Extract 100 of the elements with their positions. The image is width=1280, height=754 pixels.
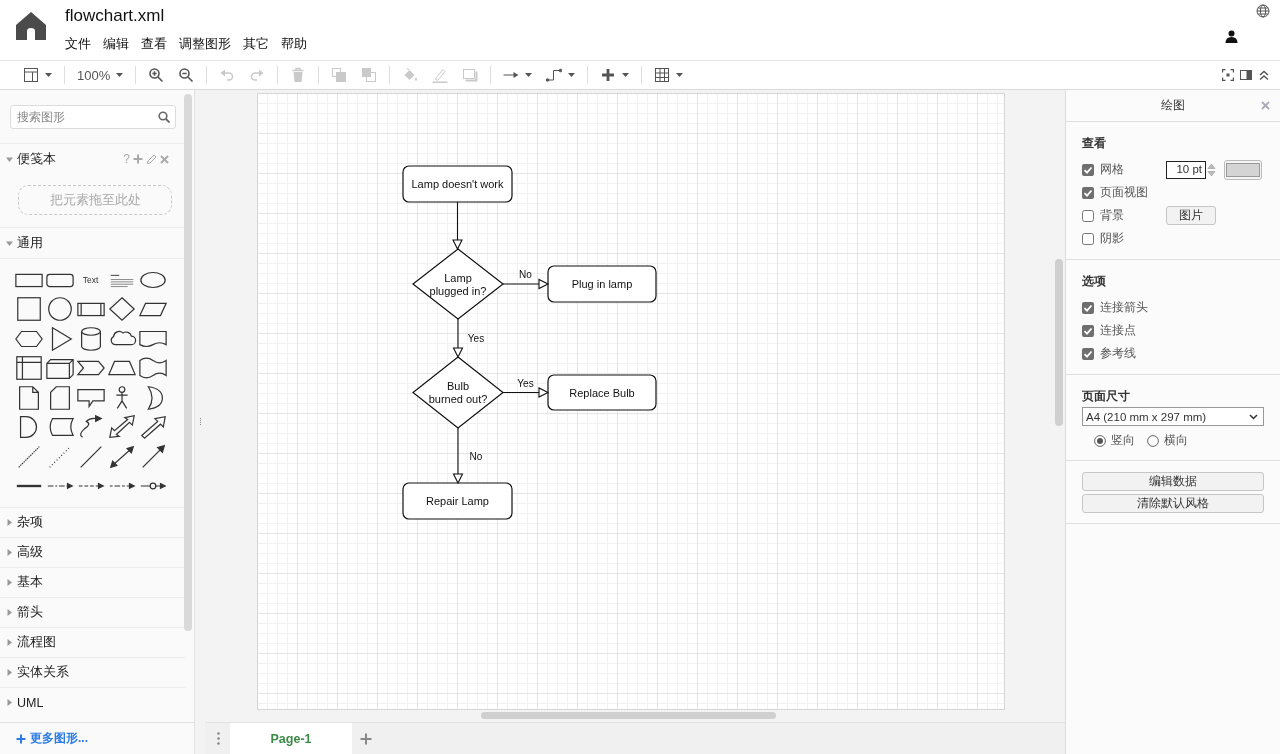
table-icon [654, 67, 671, 83]
radio-button[interactable] [1147, 434, 1159, 447]
text-shape[interactable]: Text [82, 274, 99, 285]
checkbox-label: 网格 [1100, 161, 1124, 178]
home-icon[interactable] [15, 10, 47, 42]
process-box[interactable]: Lamp doesn't work [402, 165, 513, 203]
radio-label: 横向 [1164, 432, 1188, 449]
caret-icon [622, 73, 630, 77]
diamond-icon[interactable] [106, 296, 137, 323]
section-header[interactable]: UML [0, 687, 185, 717]
menu-item[interactable]: 其它 [237, 33, 275, 55]
scrollbar-thumb[interactable] [1055, 259, 1063, 426]
checked-checkbox[interactable] [1082, 324, 1094, 337]
section-header[interactable]: 流程图 [0, 627, 185, 657]
grid-color-button[interactable] [1224, 159, 1262, 180]
unchecked-checkbox[interactable] [1082, 209, 1094, 222]
selected-radio[interactable] [1094, 434, 1106, 447]
section-title: 便笺本 [17, 150, 56, 168]
decision-diamond[interactable]: Bulb burned out? [412, 356, 504, 429]
more-shapes-link[interactable]: 更多图形... [30, 730, 88, 747]
checked-checkbox[interactable] [1082, 186, 1094, 199]
page-size-select[interactable]: A4 (210 mm x 297 mm) [1082, 407, 1264, 426]
section-title: UML [17, 695, 44, 710]
chevron-down-icon [1249, 413, 1258, 420]
grid-size-field[interactable]: 10 pt [1166, 160, 1206, 179]
grip-icon [198, 418, 202, 426]
process-box[interactable]: Plug in lamp [547, 265, 657, 303]
add-page-icon[interactable] [360, 732, 372, 745]
search-field[interactable]: 搜索图形 [10, 105, 176, 129]
scrollbar-thumb[interactable] [184, 94, 192, 631]
action-button[interactable]: 编辑数据 [1082, 472, 1264, 491]
internal-storage-icon[interactable] [13, 355, 44, 382]
menu-item[interactable]: 查看 [135, 33, 173, 55]
caret-icon [676, 73, 684, 77]
double-arrow-icon[interactable] [106, 414, 137, 441]
decision-diamond[interactable]: Lamp plugged in? [412, 248, 504, 320]
plus-icon [600, 67, 617, 83]
section-title: 箭头 [17, 604, 43, 621]
zoom-out-icon [178, 67, 195, 83]
section-header[interactable]: 实体关系 [0, 657, 185, 687]
zoom-button[interactable]: 100% [72, 64, 129, 86]
section-title: 基本 [17, 574, 43, 591]
connector-arrow[interactable] [452, 318, 464, 359]
connector-arrow[interactable] [452, 427, 464, 485]
checkbox-label: 连接点 [1100, 322, 1136, 339]
checked-checkbox[interactable] [1082, 163, 1094, 176]
edge-label: Yes [467, 333, 485, 344]
connector-arrow[interactable] [452, 201, 463, 251]
image-button[interactable]: 图片 [1166, 206, 1216, 225]
undo-icon [219, 67, 236, 83]
collapse-icon[interactable] [1258, 69, 1270, 81]
section-title: 实体关系 [17, 664, 69, 681]
shadow-icon [462, 67, 479, 83]
caret-icon [116, 73, 124, 77]
menu-item[interactable]: 调整图形 [173, 33, 237, 55]
side-panel-icon[interactable] [1240, 69, 1252, 81]
globe-icon[interactable] [1256, 4, 1270, 18]
menu-item[interactable]: 文件 [59, 33, 97, 55]
connector-arrow[interactable] [502, 278, 550, 290]
drawing-page[interactable]: Lamp doesn't work Lamp plugged in? Plug in lamp Bulb burned out? Replace Bulb Repair Lamp No Yes Yes No [257, 93, 1005, 710]
action-button[interactable]: 清除默认风格 [1082, 494, 1264, 513]
edge-label: No [469, 450, 483, 462]
scrollbar-thumb[interactable] [481, 712, 776, 719]
caret-icon [525, 73, 533, 77]
more-vertical-icon[interactable] [217, 732, 220, 745]
fullscreen-icon[interactable] [1222, 69, 1234, 81]
checkbox-label: 背景 [1100, 207, 1124, 224]
section-title: 杂项 [17, 514, 43, 531]
section-title: 流程图 [17, 634, 56, 651]
checkbox-label: 阴影 [1100, 230, 1124, 247]
connector-arrow[interactable] [502, 387, 550, 398]
zoom-in-icon [148, 67, 165, 83]
checkbox-label: 连接箭头 [1100, 299, 1148, 316]
menu-item[interactable]: 帮助 [275, 33, 313, 55]
section-title: 通用 [17, 234, 43, 252]
file-title[interactable]: flowchart.xml [65, 6, 313, 26]
to-back-icon [361, 67, 378, 83]
panel-layout-icon [23, 67, 39, 83]
checked-checkbox[interactable] [1082, 301, 1094, 314]
redo-icon [249, 67, 266, 83]
page-tab[interactable]: Page-1 [230, 723, 352, 754]
checkbox-label: 参考线 [1100, 345, 1136, 362]
process-box[interactable]: Replace Bulb [547, 374, 657, 411]
section-title: 选项 [1082, 273, 1107, 290]
radio-label: 竖向 [1111, 432, 1135, 449]
user-icon[interactable] [1225, 30, 1238, 43]
unchecked-checkbox[interactable] [1082, 232, 1094, 245]
edge-label: Yes [517, 377, 534, 389]
caret-icon [45, 73, 52, 77]
section-title: 高级 [17, 544, 43, 561]
caret-icon [568, 73, 576, 77]
menu-item[interactable]: 编辑 [97, 33, 135, 55]
checked-checkbox[interactable] [1082, 347, 1094, 360]
paint-bucket-icon [402, 67, 419, 83]
trash-icon [290, 67, 307, 83]
section-title: 查看 [1082, 135, 1107, 152]
section-title: 页面尺寸 [1082, 388, 1131, 405]
plus-icon [16, 733, 26, 744]
process-box[interactable]: Repair Lamp [402, 482, 513, 520]
checkbox-label: 页面视图 [1100, 184, 1148, 201]
